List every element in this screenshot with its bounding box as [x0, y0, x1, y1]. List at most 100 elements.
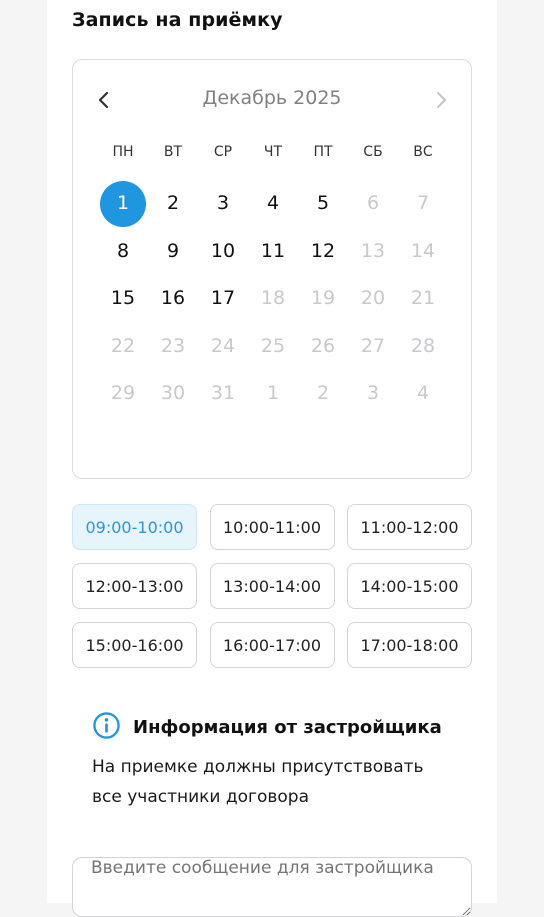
calendar-week-row: 1 2 3 4 5 6 7 [98, 180, 448, 228]
calendar-day[interactable]: 17 [198, 275, 248, 321]
calendar-day-number: 26 [310, 334, 336, 357]
calendar-day: 19 [298, 275, 348, 321]
chevron-right-icon[interactable] [429, 88, 453, 112]
calendar-day-number: 12 [310, 239, 336, 262]
calendar-day-number: 8 [116, 239, 130, 262]
calendar-day-number: 14 [410, 239, 436, 262]
calendar-day: 6 [348, 180, 398, 226]
calendar-week-row: 8 9 10 11 12 13 14 [98, 228, 448, 276]
calendar-day: 2 [298, 370, 348, 416]
calendar-day: 24 [198, 323, 248, 369]
calendar-day: 28 [398, 323, 448, 369]
developer-info-header: Информация от застройщика [92, 711, 472, 744]
calendar-day-number: 9 [166, 239, 180, 262]
calendar-day-number: 3 [216, 192, 230, 214]
calendar-day-number: 21 [410, 287, 436, 309]
time-slot[interactable]: 10:00-11:00 [209, 504, 335, 550]
calendar-day-number: 28 [410, 334, 436, 357]
calendar-day: 31 [198, 370, 248, 416]
calendar-day: 20 [348, 275, 398, 321]
calendar: Декабрь 2025 ПН ВТ СР ЧТ ПТ СБ ВС 123456… [72, 59, 472, 479]
calendar-day: 18 [248, 275, 298, 321]
calendar-day: 26 [298, 323, 348, 369]
weekday-label: СБ [363, 144, 383, 160]
calendar-day-number: 1 [116, 192, 130, 214]
weekday-label: ЧТ [263, 144, 283, 160]
calendar-day[interactable]: 11 [248, 228, 298, 274]
calendar-day-number: 18 [260, 287, 286, 309]
booking-panel: Запись на приёмку Декабрь 2025 ПН ВТ СР … [47, 0, 497, 917]
calendar-day-number: 25 [260, 334, 286, 357]
developer-info-title: Информация от застройщика [133, 716, 442, 738]
time-slot[interactable]: 15:00-16:00 [72, 622, 197, 668]
calendar-day-number: 17 [210, 287, 236, 309]
calendar-day-number: 29 [110, 382, 136, 404]
weekday-label: ПТ [313, 144, 333, 160]
calendar-day[interactable]: 12 [298, 228, 348, 274]
calendar-day-number: 31 [210, 382, 236, 404]
time-slot[interactable]: 16:00-17:00 [209, 622, 335, 668]
calendar-day-number: 30 [160, 382, 186, 404]
weekday-label: ПН [112, 144, 134, 160]
weekday-label: СР [213, 144, 233, 160]
calendar-day-number: 20 [360, 287, 386, 309]
calendar-day-number: 4 [416, 382, 430, 404]
time-slot[interactable]: 12:00-13:00 [72, 563, 197, 609]
calendar-day-number: 15 [110, 287, 136, 309]
time-slot[interactable]: 17:00-18:00 [347, 622, 472, 668]
calendar-day[interactable]: 3 [198, 180, 248, 226]
calendar-day: 25 [248, 323, 298, 369]
calendar-day: 1 [248, 370, 298, 416]
calendar-day[interactable]: 4 [248, 180, 298, 226]
calendar-day[interactable]: 16 [148, 275, 198, 321]
calendar-day: 21 [398, 275, 448, 321]
calendar-day-number: 22 [110, 334, 136, 357]
message-input[interactable] [72, 857, 472, 917]
calendar-day: 3 [348, 370, 398, 416]
calendar-day-number: 13 [360, 239, 386, 262]
calendar-day-number: 1 [266, 382, 280, 404]
calendar-day-number: 5 [316, 192, 330, 214]
calendar-day-number: 2 [316, 382, 330, 404]
calendar-day-number: 7 [416, 192, 430, 214]
calendar-day-number: 2 [166, 192, 180, 214]
time-slot[interactable]: 13:00-14:00 [209, 563, 335, 609]
calendar-day[interactable]: 15 [98, 275, 148, 321]
calendar-day: 23 [148, 323, 198, 369]
calendar-day-number: 3 [366, 382, 380, 404]
calendar-day[interactable]: 2 [148, 180, 198, 226]
developer-info: Информация от застройщика На приемке дол… [92, 711, 472, 812]
developer-info-text: На приемке должны присутствовать все уча… [92, 757, 424, 807]
calendar-day-number: 4 [266, 192, 280, 214]
calendar-day-number: 11 [260, 239, 286, 262]
calendar-day: 13 [348, 228, 398, 274]
calendar-day: 29 [98, 370, 148, 416]
calendar-day-number: 6 [366, 192, 380, 214]
calendar-day: 27 [348, 323, 398, 369]
calendar-day-selected[interactable]: 1 [98, 180, 148, 227]
calendar-day-number: 27 [360, 334, 386, 357]
calendar-day: 4 [398, 370, 448, 416]
weekday-label: ВТ [163, 144, 183, 160]
calendar-day[interactable]: 9 [148, 228, 198, 274]
calendar-day[interactable]: 10 [198, 228, 248, 274]
calendar-day: 22 [98, 323, 148, 369]
weekday-label: ВС [413, 144, 433, 160]
calendar-day[interactable]: 5 [298, 180, 348, 226]
calendar-day: 30 [148, 370, 198, 416]
time-slots: 09:00-10:00 10:00-11:00 11:00-12:00 12:00-1… [72, 504, 472, 668]
calendar-week-row: 15 16 17 18 19 20 21 [98, 275, 448, 323]
weekday-header: ПН ВТ СР ЧТ ПТ СБ ВС [98, 144, 448, 160]
calendar-day-number: 23 [160, 334, 186, 357]
page-title: Запись на приёмку [72, 9, 283, 31]
calendar-month-label: Декабрь 2025 [202, 87, 342, 109]
calendar-day-number: 10 [210, 239, 236, 262]
calendar-day-number: 19 [310, 287, 336, 309]
time-slot-selected[interactable]: 09:00-10:00 [72, 504, 197, 550]
info-icon [92, 711, 133, 744]
calendar-day-number: 24 [210, 334, 236, 357]
time-slot[interactable]: 11:00-12:00 [347, 504, 472, 550]
calendar-day[interactable]: 8 [98, 228, 148, 274]
calendar-day-number: 16 [160, 287, 186, 309]
time-slot[interactable]: 14:00-15:00 [347, 563, 472, 609]
